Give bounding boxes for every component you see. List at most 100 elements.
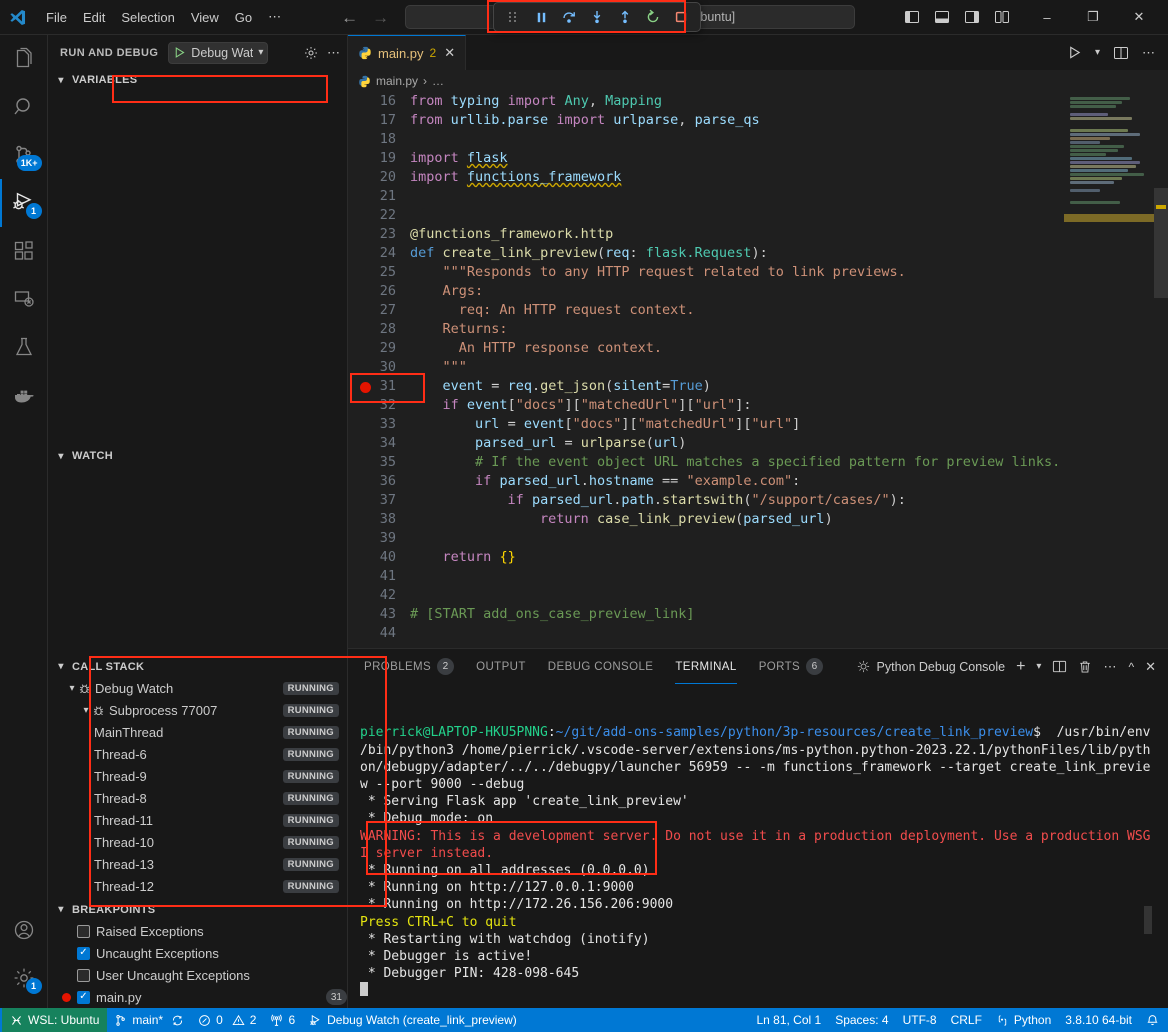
line-number[interactable]: 36 (348, 472, 396, 491)
line-number[interactable]: 40 (348, 548, 396, 567)
minimize-button[interactable]: – (1024, 0, 1070, 35)
call-stack-row[interactable]: Thread-12RUNNING (48, 875, 347, 897)
line-number-gutter[interactable]: 1617181920212223242526272829303132333435… (348, 92, 410, 648)
breakpoint-row[interactable]: main.py31 (48, 986, 347, 1008)
code-line[interactable]: # [START add_ons_case_preview_link] (410, 605, 1064, 624)
minimap[interactable] (1064, 92, 1168, 648)
line-number[interactable]: 33 (348, 415, 396, 434)
line-number[interactable]: 22 (348, 206, 396, 225)
breakpoint-checkbox[interactable] (77, 925, 90, 938)
sidebar-item-search[interactable] (0, 83, 48, 131)
line-number[interactable]: 41 (348, 567, 396, 586)
line-number[interactable]: 39 (348, 529, 396, 548)
editor-more-actions-icon[interactable]: ⋯ (1142, 45, 1156, 61)
menu-go[interactable]: Go (227, 7, 260, 28)
status-eol[interactable]: CRLF (944, 1008, 989, 1032)
go-back-icon[interactable]: ← (341, 9, 358, 26)
close-window-button[interactable]: ✕ (1116, 0, 1162, 35)
account-button[interactable] (0, 906, 48, 954)
status-cursor-position[interactable]: Ln 81, Col 1 (749, 1008, 828, 1032)
line-number[interactable]: 16 (348, 92, 396, 111)
status-remote-indicator[interactable]: WSL: Ubuntu (2, 1008, 107, 1032)
code-line[interactable] (410, 567, 1064, 586)
line-number[interactable]: 44 (348, 624, 396, 643)
watch-tree[interactable] (48, 467, 347, 657)
line-number[interactable]: 30 (348, 358, 396, 377)
code-line[interactable]: from urllib.parse import urlparse, parse… (410, 111, 1064, 130)
sidebar-more-actions-icon[interactable]: ⋯ (327, 45, 341, 61)
panel-tab-problems[interactable]: PROBLEMS2 (364, 649, 454, 684)
line-number[interactable]: 21 (348, 187, 396, 206)
status-encoding[interactable]: UTF-8 (896, 1008, 944, 1032)
toggle-secondary-sidebar-icon[interactable] (964, 9, 980, 25)
status-branch[interactable]: main* (107, 1008, 191, 1032)
go-forward-icon[interactable]: → (372, 9, 389, 26)
menu-file[interactable]: File (38, 7, 75, 28)
code-line[interactable]: if parsed_url.path.startswith("/support/… (410, 491, 1064, 510)
toggle-panel-icon[interactable] (934, 9, 950, 25)
menu-edit[interactable]: Edit (75, 7, 113, 28)
breakpoint-checkbox[interactable] (77, 947, 90, 960)
new-terminal-icon[interactable]: + (1016, 658, 1025, 676)
line-number[interactable]: 35 (348, 453, 396, 472)
line-number[interactable]: 24 (348, 244, 396, 263)
maximize-button[interactable]: ❐ (1070, 0, 1116, 35)
chevron-down-icon[interactable]: ▾ (1036, 661, 1041, 672)
call-stack-row[interactable]: ▾Subprocess 77007RUNNING (48, 699, 347, 721)
code-line[interactable]: An HTTP response context. (410, 339, 1064, 358)
sidebar-item-docker[interactable] (0, 371, 48, 419)
call-stack-row[interactable]: Thread-8RUNNING (48, 787, 347, 809)
code-line[interactable]: from typing import Any, Mapping (410, 92, 1064, 111)
sidebar-item-source-control[interactable]: 1K+ (0, 131, 48, 179)
call-stack-row[interactable]: Thread-10RUNNING (48, 831, 347, 853)
panel-tab-debug-console[interactable]: DEBUG CONSOLE (548, 649, 654, 684)
code-line[interactable]: return case_link_preview(parsed_url) (410, 510, 1064, 529)
menu-more[interactable]: ⋯ (260, 6, 289, 28)
code-scroll-area[interactable]: 1617181920212223242526272829303132333435… (348, 92, 1064, 648)
start-debugging-icon[interactable] (173, 46, 186, 59)
status-debug-session[interactable]: Debug Watch (create_link_preview) (302, 1008, 524, 1032)
status-interpreter[interactable]: 3.8.10 64-bit (1058, 1008, 1139, 1032)
breakpoint-marker[interactable] (360, 382, 371, 393)
code-line[interactable] (410, 624, 1064, 643)
status-problems[interactable]: 0 2 (191, 1008, 263, 1032)
line-number[interactable]: 27 (348, 301, 396, 320)
code-line[interactable]: parsed_url = urlparse(url) (410, 434, 1064, 453)
sidebar-item-extensions[interactable] (0, 227, 48, 275)
code-line[interactable]: req: An HTTP request context. (410, 301, 1064, 320)
stop-button[interactable] (668, 5, 694, 29)
split-terminal-icon[interactable] (1052, 659, 1067, 674)
code-editor[interactable]: 1617181920212223242526272829303132333435… (348, 92, 1168, 648)
call-stack-row[interactable]: Thread-11RUNNING (48, 809, 347, 831)
section-watch-header[interactable]: ▾ WATCH (48, 446, 347, 467)
line-number[interactable]: 17 (348, 111, 396, 130)
code-line[interactable] (410, 586, 1064, 605)
split-editor-icon[interactable] (1113, 45, 1129, 61)
maximize-panel-icon[interactable]: ^ (1128, 660, 1134, 674)
line-number[interactable]: 37 (348, 491, 396, 510)
variables-tree[interactable] (48, 91, 347, 446)
terminal-scrollbar[interactable] (1144, 906, 1152, 934)
sync-icon[interactable] (171, 1014, 184, 1027)
code-line[interactable]: import functions_framework (410, 168, 1064, 187)
code-content[interactable]: from typing import Any, Mappingfrom urll… (410, 92, 1064, 648)
chevron-down-icon[interactable]: ▾ (80, 705, 92, 716)
line-number[interactable]: 32 (348, 396, 396, 415)
run-python-file-icon[interactable] (1067, 45, 1082, 60)
step-out-button[interactable] (612, 5, 638, 29)
launch-configuration-dropdown[interactable]: Debug Wat ▾ (168, 42, 268, 64)
code-line[interactable]: return {} (410, 548, 1064, 567)
open-launch-json-icon[interactable] (303, 45, 319, 61)
line-number[interactable]: 20 (348, 168, 396, 187)
panel-tab-ports[interactable]: PORTS6 (759, 649, 823, 684)
code-line[interactable]: # If the event object URL matches a spec… (410, 453, 1064, 472)
chevron-down-icon[interactable]: ▾ (258, 47, 263, 58)
code-line[interactable]: """Responds to any HTTP request related … (410, 263, 1064, 282)
settings-button[interactable]: 1 (0, 954, 48, 1002)
line-number[interactable]: 29 (348, 339, 396, 358)
code-line[interactable]: event = req.get_json(silent=True) (410, 377, 1064, 396)
menu-selection[interactable]: Selection (113, 7, 182, 28)
status-language-mode[interactable]: Python (989, 1008, 1058, 1032)
code-line[interactable]: Returns: (410, 320, 1064, 339)
code-line[interactable]: if event["docs"]["matchedUrl"]["url"]: (410, 396, 1064, 415)
